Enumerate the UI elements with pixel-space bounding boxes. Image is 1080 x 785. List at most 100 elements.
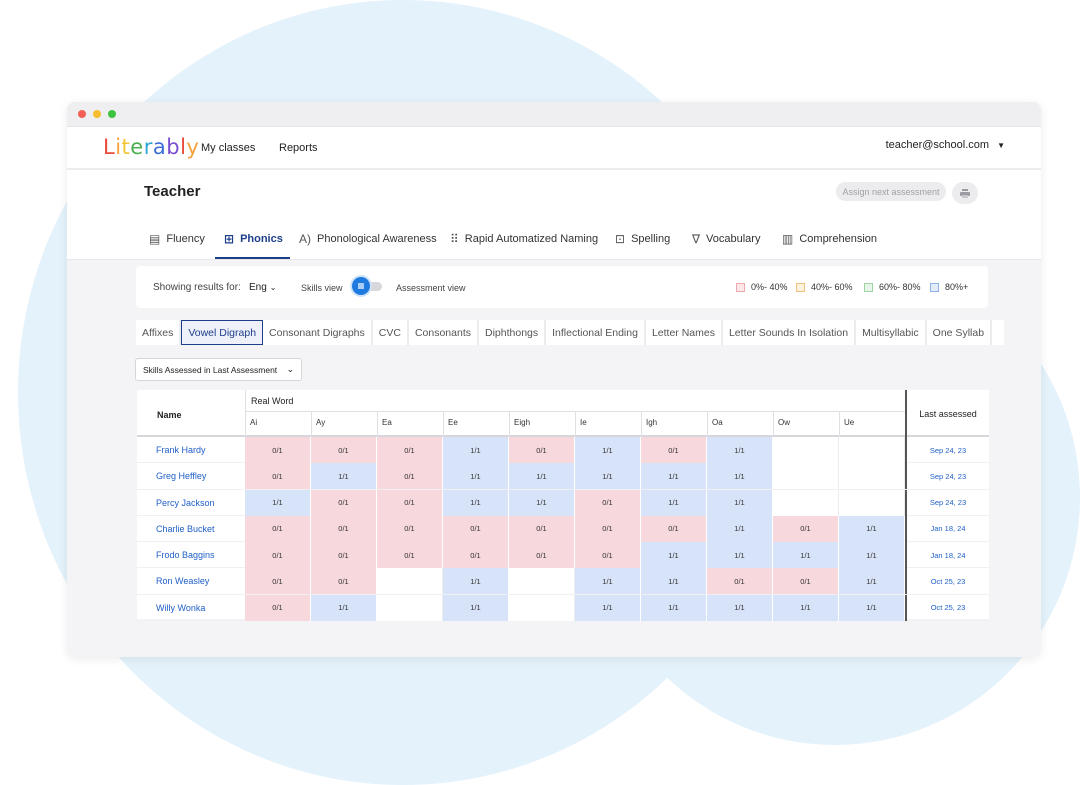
last-assessed-date-link[interactable]: Sep 24, 23 <box>905 437 989 463</box>
score-cell[interactable]: 1/1 <box>509 463 575 490</box>
score-cell[interactable]: 0/1 <box>707 568 773 595</box>
score-cell[interactable]: 1/1 <box>641 594 707 621</box>
score-cell[interactable]: 1/1 <box>839 594 905 621</box>
score-cell[interactable] <box>509 594 575 621</box>
view-toggle[interactable] <box>352 277 384 295</box>
score-cell[interactable] <box>839 437 905 463</box>
score-cell[interactable]: 1/1 <box>575 463 641 490</box>
score-cell[interactable]: 0/1 <box>311 542 377 569</box>
score-cell[interactable]: 0/1 <box>641 515 707 542</box>
tab-phonics[interactable]: ⊞ Phonics <box>224 232 283 246</box>
skill-tab[interactable]: Inflectional Ending <box>546 320 646 345</box>
score-cell[interactable]: 1/1 <box>311 594 377 621</box>
score-cell[interactable]: 0/1 <box>377 463 443 490</box>
nav-reports[interactable]: Reports <box>279 142 318 154</box>
user-menu[interactable]: teacher@school.com ▼ <box>886 139 1005 151</box>
score-cell[interactable]: 0/1 <box>245 542 311 569</box>
skill-tab[interactable]: Multisyllabic <box>856 320 927 345</box>
score-cell[interactable]: 1/1 <box>311 463 377 490</box>
score-cell[interactable]: 1/1 <box>773 594 839 621</box>
score-cell[interactable] <box>839 489 905 516</box>
skill-tab[interactable]: Diphthongs <box>479 320 547 345</box>
score-cell[interactable]: 1/1 <box>245 489 311 516</box>
score-cell[interactable]: 0/1 <box>575 515 641 542</box>
literably-logo[interactable]: Literably <box>103 135 199 159</box>
student-name-link[interactable]: Frank Hardy <box>156 445 206 455</box>
tab-spelling[interactable]: ⊡ Spelling <box>615 232 670 246</box>
score-cell[interactable] <box>839 463 905 490</box>
score-cell[interactable]: 0/1 <box>443 542 509 569</box>
student-name-link[interactable]: Percy Jackson <box>156 498 215 508</box>
language-select[interactable]: Eng ⌄ <box>249 282 277 293</box>
score-cell[interactable]: 1/1 <box>839 542 905 569</box>
score-cell[interactable]: 1/1 <box>443 568 509 595</box>
student-name-link[interactable]: Frodo Baggins <box>156 550 215 560</box>
score-cell[interactable]: 0/1 <box>575 489 641 516</box>
score-cell[interactable]: 0/1 <box>377 489 443 516</box>
score-cell[interactable]: 1/1 <box>641 463 707 490</box>
last-assessed-date-link[interactable]: Jan 18, 24 <box>905 515 989 542</box>
tab-comprehension[interactable]: ▥ Comprehension <box>782 232 877 246</box>
last-assessed-date-link[interactable]: Sep 24, 23 <box>905 463 989 490</box>
last-assessed-date-link[interactable]: Sep 24, 23 <box>905 489 989 516</box>
close-window-dot-icon[interactable] <box>78 110 86 118</box>
score-cell[interactable]: 0/1 <box>377 542 443 569</box>
maximize-window-dot-icon[interactable] <box>108 110 116 118</box>
score-cell[interactable] <box>773 489 839 516</box>
score-cell[interactable]: 1/1 <box>443 594 509 621</box>
score-cell[interactable] <box>773 437 839 463</box>
student-name-link[interactable]: Charlie Bucket <box>156 524 215 534</box>
score-cell[interactable]: 0/1 <box>509 515 575 542</box>
score-cell[interactable]: 1/1 <box>839 568 905 595</box>
score-cell[interactable]: 0/1 <box>245 594 311 621</box>
nav-my-classes[interactable]: My classes <box>201 142 255 154</box>
skill-tab[interactable]: Affixes <box>136 320 182 345</box>
score-cell[interactable]: 0/1 <box>773 515 839 542</box>
score-cell[interactable]: 1/1 <box>707 463 773 490</box>
score-cell[interactable]: 1/1 <box>707 489 773 516</box>
skill-tab[interactable]: Vowel Digraph <box>181 320 264 345</box>
minimize-window-dot-icon[interactable] <box>93 110 101 118</box>
tab-vocabulary[interactable]: ∇ Vocabulary <box>692 232 760 246</box>
score-cell[interactable] <box>509 568 575 595</box>
score-cell[interactable]: 0/1 <box>245 437 311 463</box>
score-cell[interactable]: 0/1 <box>773 568 839 595</box>
student-name-link[interactable]: Willy Wonka <box>156 603 205 613</box>
score-cell[interactable]: 1/1 <box>443 437 509 463</box>
score-cell[interactable]: 1/1 <box>707 594 773 621</box>
score-cell[interactable]: 0/1 <box>509 542 575 569</box>
last-assessed-date-link[interactable]: Oct 25, 23 <box>905 568 989 595</box>
score-cell[interactable]: 0/1 <box>509 437 575 463</box>
score-cell[interactable]: 0/1 <box>377 437 443 463</box>
skill-tab[interactable]: Letter Sounds In Isolation <box>723 320 857 345</box>
score-cell[interactable]: 1/1 <box>509 489 575 516</box>
score-cell[interactable]: 1/1 <box>575 437 641 463</box>
score-cell[interactable]: 0/1 <box>311 437 377 463</box>
last-assessed-date-link[interactable]: Jan 18, 24 <box>905 542 989 569</box>
score-cell[interactable]: 0/1 <box>443 515 509 542</box>
skill-tab[interactable]: Consonants <box>409 320 479 345</box>
score-cell[interactable]: 0/1 <box>311 568 377 595</box>
score-cell[interactable] <box>377 568 443 595</box>
score-cell[interactable]: 0/1 <box>311 515 377 542</box>
assign-next-assessment-button[interactable]: Assign next assessment <box>836 182 946 201</box>
tab-fluency[interactable]: ▤ Fluency <box>149 232 205 246</box>
student-name-link[interactable]: Ron Weasley <box>156 576 209 586</box>
score-cell[interactable]: 0/1 <box>641 437 707 463</box>
score-cell[interactable]: 0/1 <box>245 463 311 490</box>
tab-phonological-awareness[interactable]: A) Phonological Awareness <box>299 232 437 246</box>
score-cell[interactable]: 1/1 <box>575 568 641 595</box>
score-cell[interactable] <box>377 594 443 621</box>
last-assessed-date-link[interactable]: Oct 25, 23 <box>905 594 989 621</box>
score-cell[interactable] <box>773 463 839 490</box>
score-cell[interactable]: 1/1 <box>839 515 905 542</box>
print-button[interactable] <box>952 182 978 204</box>
score-cell[interactable]: 1/1 <box>575 594 641 621</box>
score-cell[interactable]: 1/1 <box>641 568 707 595</box>
score-cell[interactable]: 1/1 <box>707 515 773 542</box>
score-cell[interactable]: 1/1 <box>641 489 707 516</box>
score-cell[interactable]: 1/1 <box>641 542 707 569</box>
student-name-link[interactable]: Greg Heffley <box>156 471 206 481</box>
skills-assessed-dropdown[interactable]: Skills Assessed in Last Assessment ⌄ <box>135 358 302 381</box>
skill-tab[interactable]: Consonant Digraphs <box>263 320 373 345</box>
